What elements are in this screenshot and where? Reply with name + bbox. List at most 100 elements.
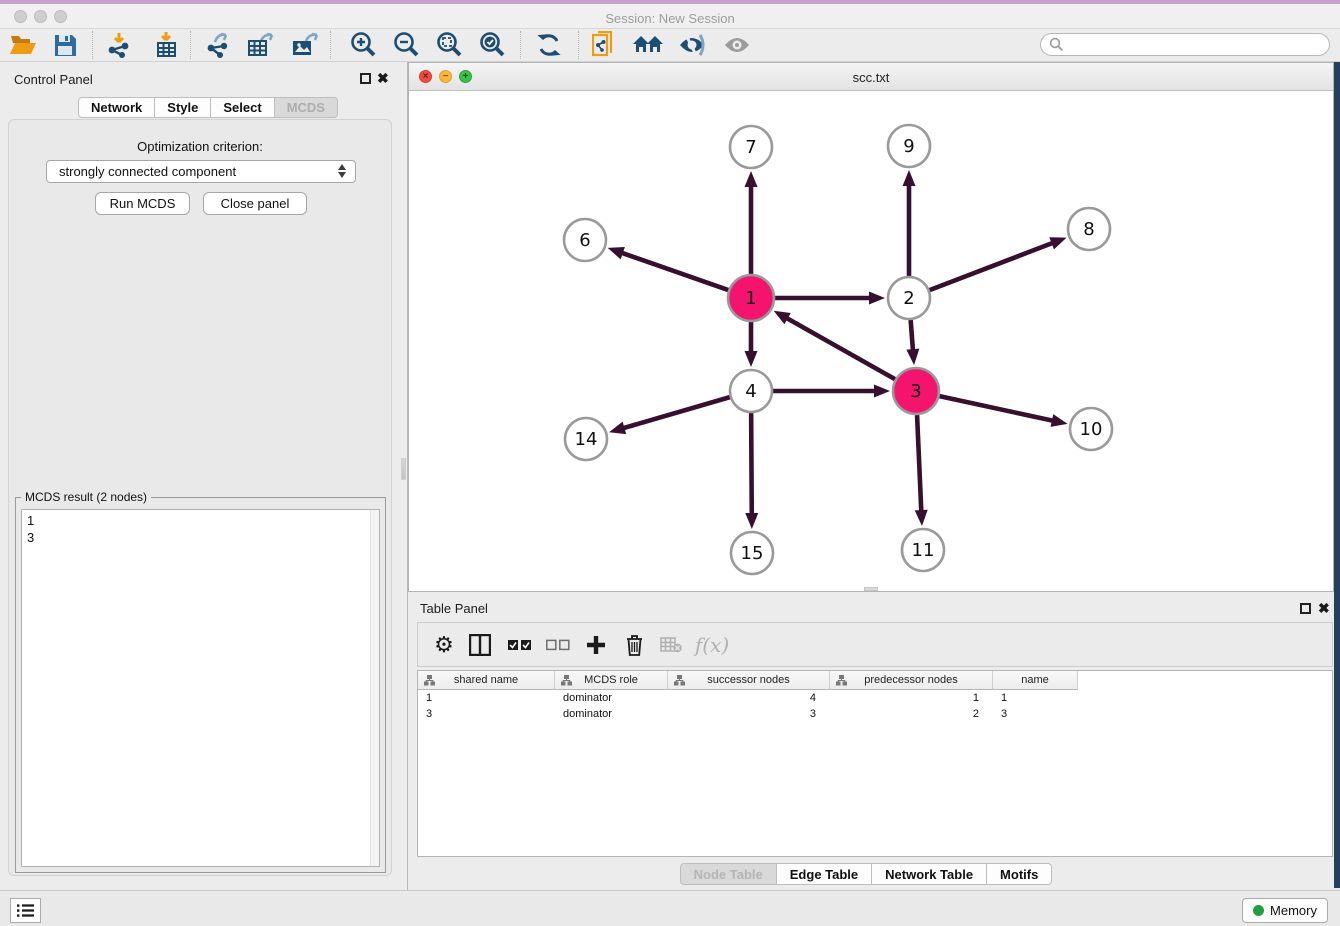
edge-3-11[interactable] — [917, 415, 921, 513]
column-header-shared-name[interactable]: shared name — [418, 671, 555, 690]
table-cell[interactable]: 4 — [668, 690, 830, 706]
toolbar-separator — [330, 31, 331, 59]
table-cell[interactable]: 3 — [418, 706, 555, 722]
tab-style[interactable]: Style — [155, 97, 211, 118]
select-all-icon[interactable] — [504, 629, 536, 661]
toolbar-separator — [520, 31, 521, 59]
edge-4-14[interactable] — [622, 397, 730, 429]
edge-3-10[interactable] — [939, 396, 1054, 421]
task-history-button[interactable] — [10, 898, 41, 923]
graph-node-label-8: 8 — [1083, 219, 1094, 240]
column-header-MCDS-role[interactable]: MCDS role — [555, 671, 668, 690]
first-neighbors-icon[interactable] — [631, 30, 665, 60]
table-panel-close-icon[interactable]: ✖ — [1318, 600, 1330, 618]
deselect-all-icon[interactable] — [542, 629, 574, 661]
copy-network-icon[interactable] — [587, 30, 621, 60]
table-cell[interactable]: 1 — [993, 690, 1078, 706]
zoom-selected-icon[interactable] — [475, 30, 509, 60]
mcds-result-group: MCDS result (2 nodes) 13 — [15, 497, 386, 873]
optimization-criterion-value: strongly connected component — [59, 164, 236, 179]
edge-arrow-3-11 — [915, 510, 928, 526]
run-mcds-button[interactable]: Run MCDS — [95, 192, 190, 215]
column-header-predecessor-nodes[interactable]: predecessor nodes — [830, 671, 993, 690]
table-cell[interactable]: 3 — [668, 706, 830, 722]
column-header-name[interactable]: name — [993, 671, 1078, 690]
graph-node-label-11: 11 — [912, 540, 935, 561]
close-panel-button[interactable]: Close panel — [203, 192, 307, 215]
edge-2-8[interactable] — [930, 242, 1055, 290]
hierarchy-icon — [424, 675, 435, 689]
table-cell[interactable]: 3 — [993, 706, 1078, 722]
add-column-icon[interactable] — [580, 629, 612, 661]
graph-node-label-3: 3 — [910, 381, 921, 402]
search-input[interactable] — [1040, 33, 1330, 56]
hide-selected-icon[interactable] — [675, 30, 709, 60]
edge-arrow-1-6 — [608, 247, 625, 259]
tab-mcds[interactable]: MCDS — [275, 97, 338, 118]
table-cell[interactable]: dominator — [555, 690, 668, 706]
delete-column-icon[interactable] — [618, 629, 650, 661]
table-cell[interactable]: 2 — [830, 706, 993, 722]
show-all-icon[interactable] — [720, 30, 754, 60]
control-panel-close-icon[interactable]: ✖ — [377, 70, 389, 88]
edge-3-1[interactable] — [785, 317, 895, 379]
delete-table-icon[interactable] — [655, 629, 687, 661]
apply-function-icon[interactable]: f(x) — [690, 629, 734, 661]
toolbar-separator — [92, 31, 93, 59]
toolbar-separator — [578, 31, 579, 59]
zoom-out-icon[interactable] — [389, 30, 423, 60]
export-image-icon[interactable] — [288, 30, 322, 60]
memory-label: Memory — [1270, 903, 1317, 918]
network-resize-handle[interactable] — [864, 587, 878, 591]
table-cell[interactable]: 1 — [418, 690, 555, 706]
network-window-titlebar[interactable]: × − + scc.txt — [409, 63, 1333, 91]
table-settings-gear-icon[interactable]: ⚙ — [428, 629, 460, 661]
optimization-criterion-select[interactable]: strongly connected component — [46, 160, 356, 183]
import-network-icon[interactable] — [102, 30, 136, 60]
table-row[interactable]: 1dominator411 — [418, 690, 1332, 706]
control-panel-float-icon[interactable] — [360, 71, 371, 89]
list-icon — [17, 903, 35, 918]
tab-node-table[interactable]: Node Table — [680, 863, 777, 885]
export-table-icon[interactable] — [244, 30, 278, 60]
graph-node-label-6: 6 — [579, 230, 590, 251]
graph-node-label-14: 14 — [575, 429, 598, 450]
result-scrollbar[interactable] — [370, 510, 379, 866]
tab-select[interactable]: Select — [211, 97, 274, 118]
show-columns-icon[interactable] — [464, 629, 496, 661]
refresh-view-icon[interactable] — [532, 30, 566, 60]
network-canvas[interactable]: 7968124314101511 — [409, 91, 1333, 591]
tab-network[interactable]: Network — [78, 97, 155, 118]
hierarchy-icon — [836, 675, 847, 689]
memory-button[interactable]: Memory — [1242, 898, 1328, 923]
desktop-strip-right — [1334, 62, 1340, 888]
save-session-icon[interactable] — [48, 30, 82, 60]
export-network-icon[interactable] — [201, 30, 235, 60]
mcds-result-textarea[interactable]: 13 — [21, 509, 380, 867]
edge-4-15[interactable] — [751, 413, 752, 516]
table-panel-title: Table Panel — [420, 601, 488, 616]
tab-network-table[interactable]: Network Table — [872, 863, 987, 885]
column-header-successor-nodes[interactable]: successor nodes — [668, 671, 830, 690]
edge-arrow-2-9 — [903, 170, 916, 186]
open-session-icon[interactable] — [6, 30, 40, 60]
tab-motifs[interactable]: Motifs — [987, 863, 1052, 885]
import-table-icon[interactable] — [149, 30, 183, 60]
window-title: Session: New Session — [0, 11, 1340, 26]
mcds-result-line: 1 — [27, 512, 379, 529]
zoom-fit-icon[interactable] — [432, 30, 466, 60]
search-icon — [1049, 37, 1064, 52]
graph-node-label-10: 10 — [1080, 419, 1103, 440]
table-panel-float-icon[interactable] — [1300, 601, 1311, 619]
table-row[interactable]: 3dominator323 — [418, 706, 1332, 722]
table-cell[interactable]: 1 — [830, 690, 993, 706]
splitter-handle[interactable] — [401, 458, 406, 480]
table-cell[interactable]: dominator — [555, 706, 668, 722]
zoom-in-icon[interactable] — [346, 30, 380, 60]
edge-2-3[interactable] — [911, 320, 913, 352]
tab-edge-table[interactable]: Edge Table — [777, 863, 872, 885]
graph-node-label-4: 4 — [745, 381, 756, 402]
edge-1-6[interactable] — [620, 252, 728, 290]
vertical-splitter[interactable] — [400, 62, 408, 890]
node-table[interactable]: shared nameMCDS rolesuccessor nodesprede… — [417, 670, 1333, 857]
